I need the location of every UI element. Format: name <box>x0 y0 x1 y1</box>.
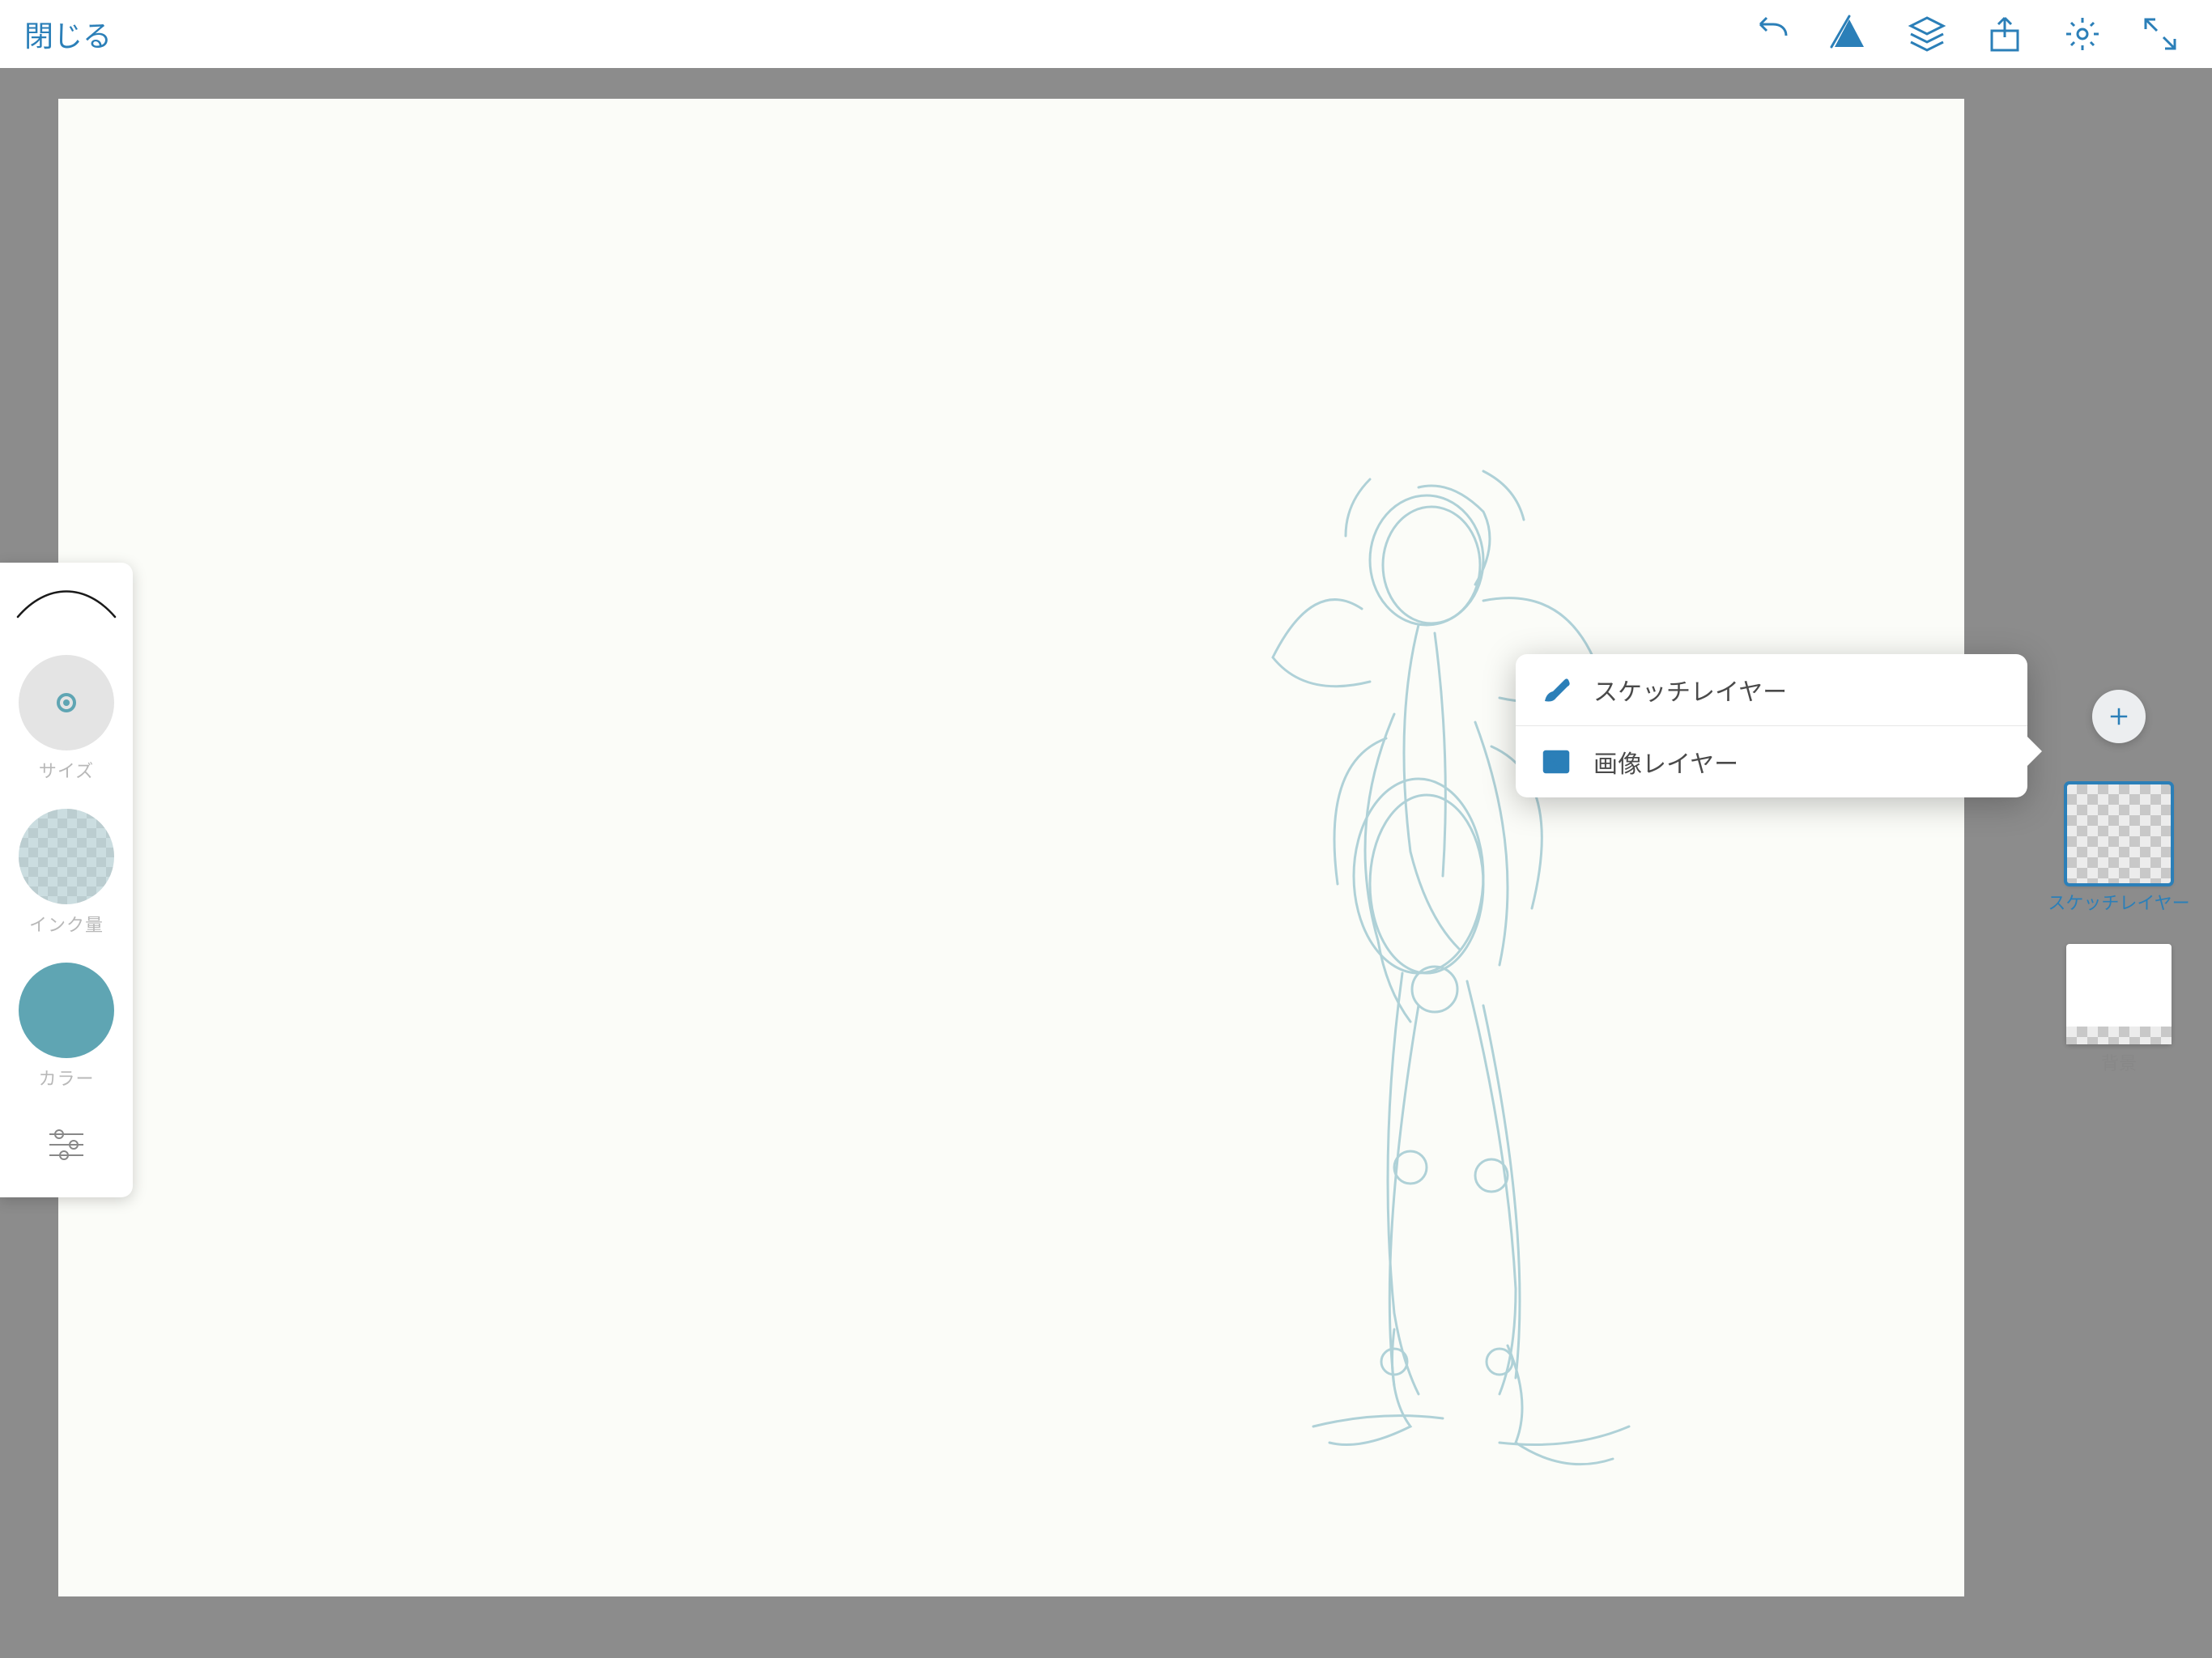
color-control[interactable] <box>19 963 114 1058</box>
undo-icon[interactable] <box>1752 15 1791 53</box>
brush-stroke-preview[interactable] <box>15 587 118 621</box>
brush-size-label: サイズ <box>39 757 94 783</box>
ink-amount-label: インク量 <box>29 911 104 937</box>
sketch-layer-label: スケッチレイヤー <box>1593 672 1787 708</box>
add-layer-button[interactable] <box>2092 690 2146 743</box>
drawing-canvas[interactable] <box>58 99 1964 1596</box>
layer-thumbnail-background[interactable] <box>2066 944 2172 1044</box>
sketch-artwork <box>58 99 1964 1596</box>
fullscreen-icon[interactable] <box>2141 15 2180 53</box>
ink-amount-control[interactable] <box>19 809 114 904</box>
sliders-icon[interactable] <box>46 1124 87 1165</box>
layer-label-sketch: スケッチレイヤー <box>2048 889 2189 915</box>
add-layer-popover: スケッチレイヤー 画像レイヤー <box>1516 654 2027 797</box>
close-button[interactable]: 閉じる <box>24 13 112 55</box>
add-sketch-layer-item[interactable]: スケッチレイヤー <box>1516 654 2027 725</box>
image-icon <box>1542 747 1571 776</box>
layer-label-background: 背景 <box>2101 1049 2137 1075</box>
layers-panel: スケッチレイヤー 背景 <box>2040 690 2197 1104</box>
add-image-layer-item[interactable]: 画像レイヤー <box>1516 725 2027 797</box>
settings-icon[interactable] <box>2063 15 2102 53</box>
image-layer-label: 画像レイヤー <box>1593 744 1738 780</box>
layer-thumbnail-sketch[interactable] <box>2066 784 2172 884</box>
shapes-icon[interactable] <box>1830 15 1869 53</box>
layers-icon[interactable] <box>1908 15 1946 53</box>
brush-tools-panel: サイズ インク量 カラー <box>0 563 133 1197</box>
top-toolbar: 閉じる <box>0 0 2212 68</box>
share-icon[interactable] <box>1985 15 2024 53</box>
workspace: サイズ インク量 カラー スケッチレイヤー <box>0 68 2212 1658</box>
color-label: カラー <box>38 1065 94 1090</box>
brush-size-control[interactable] <box>19 655 114 750</box>
brush-icon <box>1542 675 1571 704</box>
